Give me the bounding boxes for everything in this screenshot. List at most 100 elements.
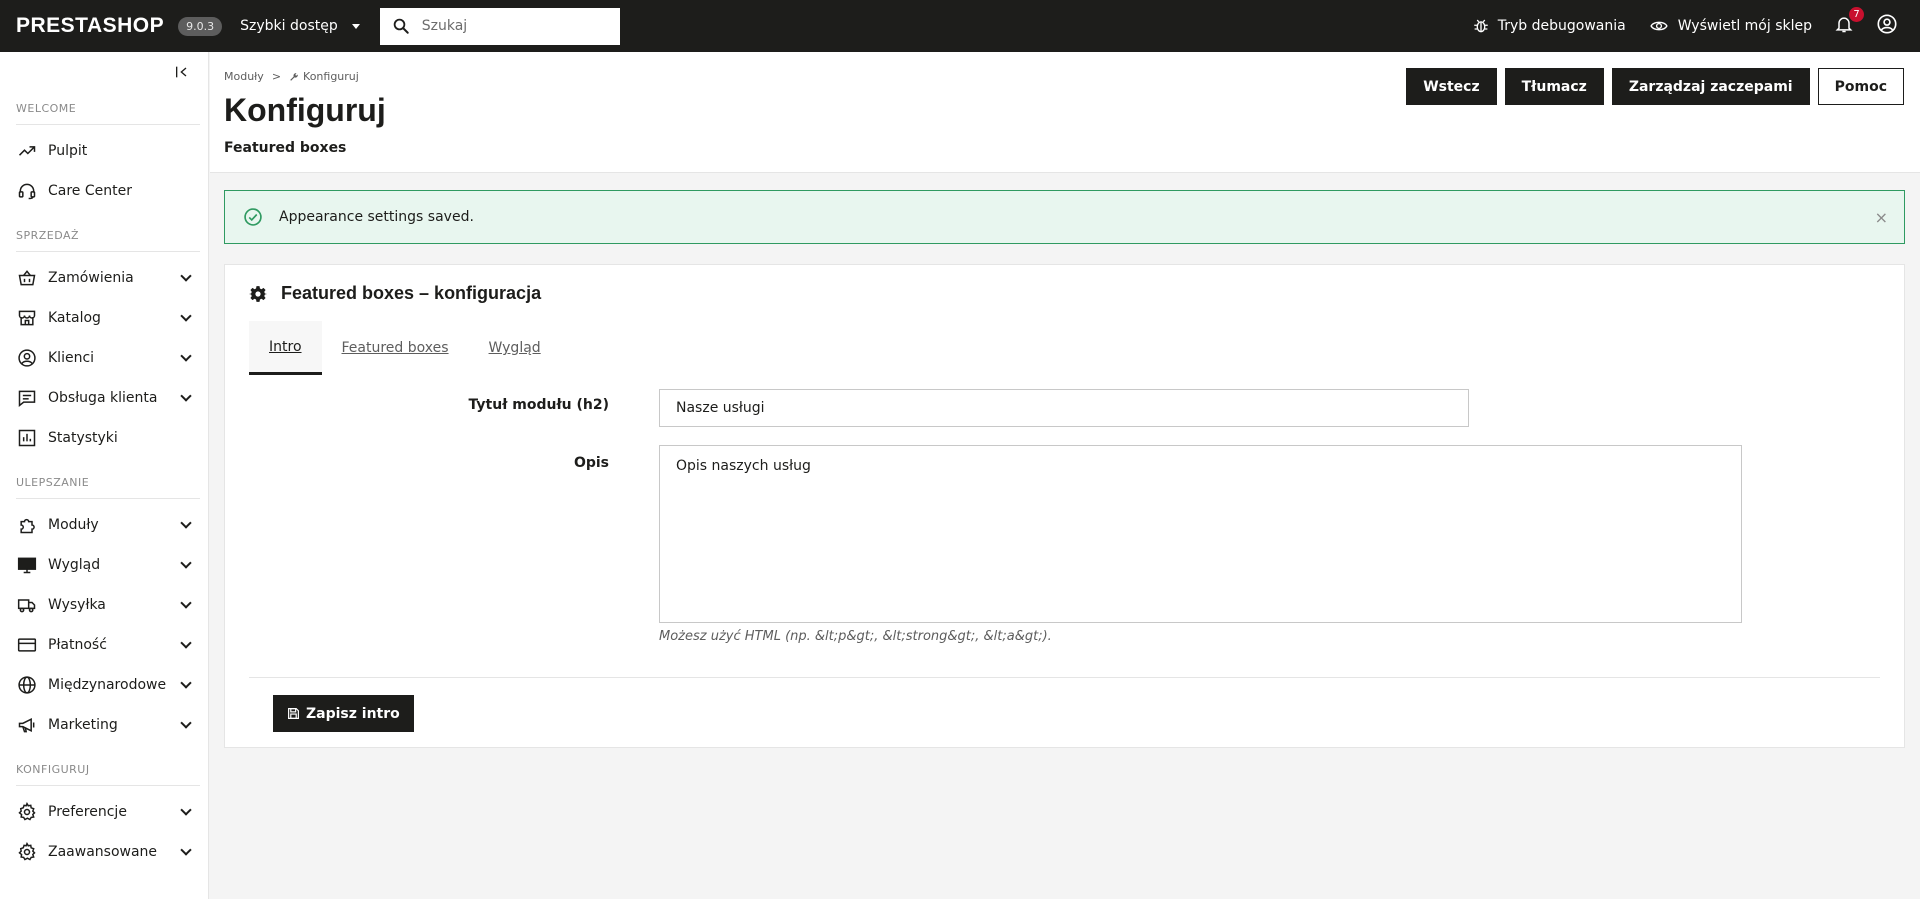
debug-mode-label: Tryb debugowania	[1497, 18, 1626, 34]
monitor-icon	[16, 554, 38, 576]
translate-button[interactable]: Tłumacz	[1504, 68, 1604, 105]
sidebar-nav: WELCOME Pulpit Care Center SPRZEDAŻ Zamówien…	[0, 102, 208, 872]
floppy-disk-icon	[288, 708, 299, 719]
sidebar-item-label: Płatność	[48, 637, 107, 653]
sidebar-item-platnosc[interactable]: Płatność	[0, 625, 208, 665]
breadcrumb-current: Konfiguruj	[289, 70, 359, 83]
quick-access-dropdown[interactable]: Szybki dostęp	[240, 18, 360, 34]
sidebar-item-label: Wygląd	[48, 557, 101, 573]
config-panel: Featured boxes – konfiguracja Intro Feat…	[224, 264, 1905, 748]
eye-icon	[1650, 21, 1668, 31]
sidebar-item-katalog[interactable]: Katalog	[0, 298, 208, 338]
view-shop-link[interactable]: Wyświetl mój sklep	[1648, 17, 1812, 35]
debug-mode-link[interactable]: Tryb debugowania	[1472, 17, 1626, 35]
sidebar-item-label: Care Center	[48, 183, 132, 199]
sidebar-section-divider	[16, 251, 200, 252]
caret-down-icon	[351, 23, 360, 29]
notifications-count-badge: 7	[1849, 7, 1864, 22]
sidebar-item-label: Pulpit	[48, 143, 88, 159]
page-title: Konfiguruj	[224, 92, 386, 128]
sidebar-item-marketing[interactable]: Marketing	[0, 705, 208, 745]
sidebar-item-miedzynarodowe[interactable]: Międzynarodowe	[0, 665, 208, 705]
save-intro-button[interactable]: Zapisz intro	[273, 695, 414, 732]
breadcrumb-parent[interactable]: Moduły	[224, 70, 264, 83]
sidebar-item-pulpit[interactable]: Pulpit	[0, 131, 208, 171]
tab-intro[interactable]: Intro	[249, 321, 322, 375]
chevron-down-icon	[180, 717, 192, 729]
description-label: Opis	[573, 455, 609, 471]
description-help-text: Możesz użyć HTML (np. &lt;p&gt;, &lt;str…	[659, 629, 1052, 644]
sidebar-section-title: SPRZEDAŻ	[16, 229, 80, 242]
sidebar-item-obsluga-klienta[interactable]: Obsługa klienta	[0, 378, 208, 418]
chevron-down-icon	[180, 557, 192, 569]
user-circle-icon	[1877, 14, 1897, 34]
tab-appearance[interactable]: Wygląd	[469, 321, 561, 375]
gear-icon	[16, 841, 38, 863]
chevron-down-icon	[180, 677, 192, 689]
search-input[interactable]	[421, 18, 602, 34]
sidebar-item-label: Katalog	[48, 310, 101, 326]
sidebar-item-care-center[interactable]: Care Center	[0, 171, 208, 211]
close-alert-button[interactable]: ×	[1875, 208, 1888, 227]
globe-icon	[16, 674, 38, 696]
success-alert: Appearance settings saved. ×	[224, 190, 1905, 244]
sidebar-section-divider	[16, 785, 200, 786]
chevron-down-icon	[180, 390, 192, 402]
search-box[interactable]	[379, 7, 620, 45]
collapse-left-icon	[176, 66, 187, 78]
back-button[interactable]: Wstecz	[1406, 68, 1497, 105]
bug-icon	[1473, 19, 1488, 33]
chevron-down-icon	[180, 804, 192, 816]
help-button[interactable]: Pomoc	[1817, 68, 1904, 105]
megaphone-icon	[16, 714, 38, 736]
view-shop-label: Wyświetl mój sklep	[1677, 18, 1812, 34]
tab-featured-boxes[interactable]: Featured boxes	[322, 321, 469, 375]
alert-message: Appearance settings saved.	[279, 209, 474, 225]
chevron-down-icon	[180, 310, 192, 322]
chat-icon	[16, 387, 38, 409]
module-title-input[interactable]	[659, 389, 1469, 427]
chevron-down-icon	[180, 517, 192, 529]
module-title-label: Tytuł modułu (h2)	[468, 397, 609, 413]
sidebar-item-label: Obsługa klienta	[48, 390, 158, 406]
manage-hooks-button[interactable]: Zarządzaj zaczepami	[1611, 68, 1810, 105]
user-circle-icon	[16, 347, 38, 369]
account-button[interactable]	[1876, 13, 1898, 39]
sidebar-item-zaawansowane[interactable]: Zaawansowane	[0, 832, 208, 872]
collapse-sidebar-button[interactable]	[174, 64, 190, 84]
panel-header: Featured boxes – konfiguracja	[249, 283, 541, 304]
sidebar-item-zamowienia[interactable]: Zamówienia	[0, 258, 208, 298]
sidebar-item-label: Zamówienia	[48, 270, 134, 286]
notifications-button[interactable]: 7	[1834, 7, 1864, 38]
sidebar-item-label: Wysyłka	[48, 597, 106, 613]
panel-title: Featured boxes – konfiguracja	[281, 283, 542, 303]
save-intro-label: Zapisz intro	[306, 705, 400, 722]
sidebar: WELCOME Pulpit Care Center SPRZEDAŻ Zamówien…	[0, 52, 209, 899]
search-icon	[393, 18, 409, 34]
sidebar-item-wysylka[interactable]: Wysyłka	[0, 585, 208, 625]
sidebar-item-label: Statystyki	[48, 430, 118, 446]
credit-card-icon	[16, 634, 38, 656]
sidebar-section-divider	[16, 124, 200, 125]
chevron-down-icon	[180, 844, 192, 856]
sidebar-section-title: WELCOME	[16, 102, 77, 115]
sidebar-item-preferencje[interactable]: Preferencje	[0, 792, 208, 832]
prestashop-logo[interactable]: PRESTASHOP	[16, 14, 164, 38]
sidebar-item-label: Międzynarodowe	[48, 677, 167, 693]
chevron-down-icon	[180, 350, 192, 362]
bar-chart-icon	[16, 427, 38, 449]
wrench-icon	[290, 72, 298, 81]
puzzle-icon	[16, 514, 38, 536]
chevron-down-icon	[180, 270, 192, 282]
sidebar-item-klienci[interactable]: Klienci	[0, 338, 208, 378]
breadcrumb-current-label: Konfiguruj	[303, 70, 359, 83]
breadcrumb-separator: >	[271, 70, 282, 83]
sidebar-item-statystyki[interactable]: Statystyki	[0, 418, 208, 458]
truck-icon	[16, 594, 38, 616]
sidebar-item-moduly[interactable]: Moduły	[0, 505, 208, 545]
sidebar-item-wyglad[interactable]: Wygląd	[0, 545, 208, 585]
page-header: Moduły > Konfiguruj Konfiguruj Featured …	[210, 52, 1920, 173]
check-circle-icon	[244, 208, 262, 226]
panel-divider	[249, 677, 1880, 678]
description-textarea[interactable]: Opis naszych usług	[659, 445, 1742, 623]
